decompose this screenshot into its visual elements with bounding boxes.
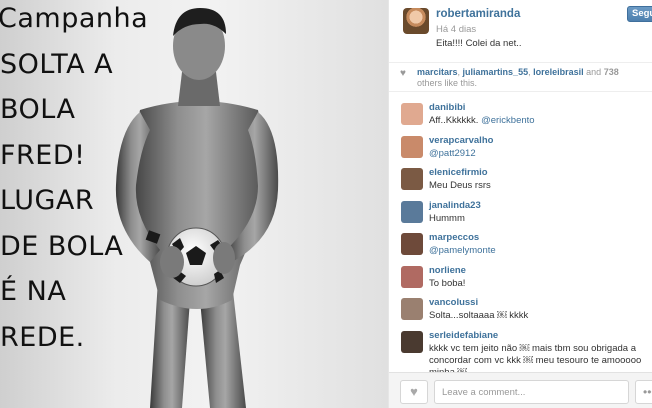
- post-caption: Eita!!!! Colei da net..: [436, 38, 522, 49]
- commenter-avatar[interactable]: [401, 265, 423, 288]
- post-photo: Campanha SOLTA A BOLA FRED! LUGAR DE BOL…: [0, 0, 388, 408]
- commenter-username[interactable]: vancolussi: [429, 297, 478, 308]
- caption-line: LUGAR: [0, 185, 95, 216]
- comment-item: vancolussi Solta...soltaaaa ￼ kkkk: [389, 293, 652, 326]
- comment-text: Solta...soltaaaa ￼ kkkk: [429, 310, 529, 321]
- like-button[interactable]: ♥: [400, 380, 428, 404]
- owner-username[interactable]: robertamiranda: [436, 8, 520, 20]
- commenter-username[interactable]: elenicefirmio: [429, 167, 488, 178]
- comment-text: Meu Deus rsrs: [429, 180, 491, 191]
- caption-line: É NA: [0, 276, 67, 307]
- commenter-username[interactable]: janalinda23: [429, 200, 481, 211]
- comment-mention[interactable]: @pamelymonte: [429, 245, 496, 256]
- comment-text: Aff..Kkkkkk. @erickbento: [429, 115, 649, 127]
- comment-list: danibibi Aff..Kkkkkk. @erickbento verapc…: [389, 98, 652, 378]
- comment-item: janalinda23 Hummm: [389, 196, 652, 229]
- commenter-avatar[interactable]: [401, 168, 423, 190]
- commenter-avatar[interactable]: [401, 330, 423, 353]
- heart-icon: ♥: [400, 68, 406, 79]
- commenter-username[interactable]: marpeccos: [429, 232, 479, 243]
- liker-link[interactable]: loreleibrasil: [533, 67, 584, 77]
- comment-item: serleidefabiane kkkk vc tem jeito não ￼ …: [389, 326, 652, 378]
- comment-item: verapcarvalho @patt2912: [389, 131, 652, 164]
- commenter-username[interactable]: verapcarvalho: [429, 135, 493, 146]
- comment-text: @patt2912: [429, 148, 649, 160]
- commenter-avatar[interactable]: [401, 200, 423, 223]
- caption-line: BOLA: [0, 94, 76, 125]
- post-sidebar: robertamiranda Há 4 dias Eita!!!! Colei …: [388, 0, 652, 408]
- caption-line: REDE.: [0, 321, 85, 353]
- comment-footer: ♥ •••: [389, 372, 652, 408]
- comment-mention[interactable]: @erickbento: [481, 115, 534, 126]
- comment-input[interactable]: [434, 380, 629, 404]
- caption-line: DE BOLA: [0, 230, 124, 262]
- liker-link[interactable]: juliamartins_55: [463, 67, 529, 77]
- liker-link[interactable]: marcitars: [417, 67, 458, 77]
- comment-mention[interactable]: @patt2912: [429, 148, 476, 159]
- commenter-avatar[interactable]: [401, 233, 423, 255]
- caption-line: FRED!: [0, 139, 86, 171]
- comment-item: norliene To boba!: [389, 261, 652, 294]
- comment-item: danibibi Aff..Kkkkkk. @erickbento: [389, 98, 652, 131]
- comment-item: elenicefirmio Meu Deus rsrs: [389, 163, 652, 196]
- follow-button[interactable]: Segui: [627, 6, 652, 22]
- likes-count[interactable]: 738: [604, 67, 619, 77]
- likes-summary: ♥ marcitars, juliamartins_55, loreleibra…: [389, 62, 652, 92]
- post-timestamp: Há 4 dias: [436, 24, 477, 35]
- commenter-username[interactable]: danibibi: [429, 102, 465, 113]
- comment-text: To boba!: [429, 277, 466, 289]
- commenter-avatar[interactable]: [401, 298, 423, 320]
- comment-text: @pamelymonte: [429, 245, 649, 257]
- commenter-avatar[interactable]: [401, 103, 423, 125]
- likes-others-text: others like this.: [417, 78, 478, 88]
- more-options-button[interactable]: •••: [635, 380, 652, 404]
- likes-and-text: and: [586, 67, 602, 77]
- caption-line: Campanha: [0, 3, 149, 34]
- comment-body: Aff..Kkkkkk.: [429, 115, 479, 126]
- owner-avatar[interactable]: [403, 8, 429, 34]
- commenter-username[interactable]: serleidefabiane: [429, 330, 498, 341]
- caption-line: SOLTA A: [0, 48, 114, 80]
- heart-icon: ♥: [410, 384, 418, 399]
- comment-item: marpeccos @pamelymonte: [389, 228, 652, 261]
- comment-text: Hummm: [429, 212, 465, 224]
- post-header: robertamiranda Há 4 dias Eita!!!! Colei …: [389, 0, 652, 56]
- commenter-username[interactable]: norliene: [429, 265, 466, 276]
- commenter-avatar[interactable]: [401, 135, 423, 158]
- photo-caption-text: Campanha SOLTA A BOLA FRED! LUGAR DE BOL…: [0, 0, 160, 360]
